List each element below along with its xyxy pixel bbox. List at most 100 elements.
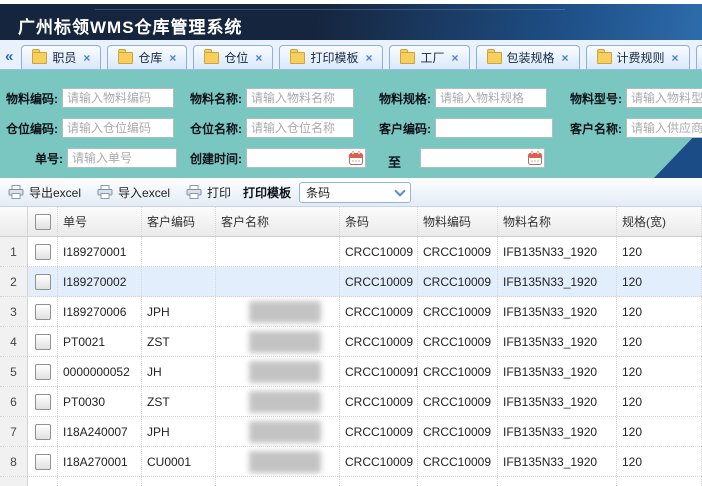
cell-spec-width: 120 [617,267,702,296]
print-template-select[interactable]: 条码 [299,182,411,203]
redacted-customer-name [249,391,321,413]
table-row-partial[interactable] [0,477,702,486]
header-cell-customer-code[interactable]: 客户编码 [142,207,216,236]
cell-material-code: CRCC10009 [418,237,498,266]
collapse-tabs-icon[interactable]: « [5,49,13,64]
cell-material-name: IFB135N33_1920 [498,417,617,446]
close-icon[interactable]: × [255,51,262,65]
material-model-input[interactable] [626,88,702,108]
app-header: 广州标领WMS仓库管理系统 [0,4,702,40]
close-icon[interactable]: × [169,51,176,65]
header-cell-material-name[interactable]: 物料名称 [498,207,617,236]
export-excel-label: 导出excel [29,184,81,201]
row-checkbox[interactable] [35,364,51,380]
cell-barcode [340,477,418,486]
redacted-customer-name [249,451,321,473]
cell-customer-code [142,237,216,266]
import-excel-button[interactable]: 导入excel [97,184,170,201]
tab-factory[interactable]: 工厂× [389,45,469,69]
row-checkbox[interactable] [35,244,51,260]
cell-customer-name [216,387,340,416]
material-name-input[interactable] [246,88,354,108]
select-all-checkbox[interactable] [35,214,51,230]
material-code-input[interactable] [62,88,174,108]
header-cell-material-code[interactable]: 物料编码 [418,207,498,236]
header-cell-order-no[interactable]: 单号 [58,207,142,236]
cell-customer-code [142,267,216,296]
cell-spec-width: 120 [617,237,702,266]
cell-customer-name [216,267,340,296]
header-cell-barcode[interactable]: 条码 [340,207,418,236]
printer-icon [186,185,202,199]
bin-name-input[interactable] [246,118,354,138]
table-row[interactable]: 3I189270006JPHCRCC10009CRCC10009IFB135N3… [0,297,702,327]
cell-spec-width: 120 [617,387,702,416]
table-row[interactable]: 50000000052JHCRCC100091CRCC10009IFB135N3… [0,357,702,387]
range-to-label: 至 [388,152,401,171]
table-header-row: 单号客户编码客户名称条码物料编码物料名称规格(宽) [0,207,702,237]
cell-order-no [58,477,142,486]
calendar-icon[interactable] [528,151,542,165]
row-checkbox[interactable] [35,424,51,440]
export-excel-button[interactable]: 导出excel [8,184,81,201]
tab-warehouse[interactable]: 仓库 × [107,45,187,69]
cell-material-name: IFB135N33_1920 [498,357,617,386]
cell-barcode: CRCC10009 [340,267,418,296]
tab-billing-rule[interactable]: 计费规则 × [586,45,690,69]
tab-label: 计费规则 [617,49,665,66]
calendar-icon[interactable] [349,151,363,165]
close-icon[interactable]: × [83,51,90,65]
tab-print-template[interactable]: 打印模板× [279,45,383,69]
cell-material-code: CRCC10009 [418,387,498,416]
grid-toolbar: 导出excel 导入excel 打印 打印模板 条码 [0,178,702,207]
material-spec-input[interactable] [435,88,547,108]
folder-icon [204,52,219,64]
table-row[interactable]: 1I189270001CRCC10009CRCC10009IFB135N33_1… [0,237,702,267]
tab-employee[interactable]: 职员× [21,45,101,69]
folder-icon [118,52,133,64]
table-row[interactable]: 4PT0021ZSTCRCC10009CRCC10009IFB135N33_19… [0,327,702,357]
cell-customer-name [216,357,340,386]
cell-spec-width: 120 [617,417,702,446]
close-icon[interactable]: × [562,51,569,65]
tab-label: 仓库 [138,49,162,66]
cell-barcode: CRCC10009 [340,417,418,446]
cell-material-name: IFB135N33_1920 [498,327,617,356]
customer-name-input[interactable] [626,118,702,138]
row-checkbox[interactable] [35,334,51,350]
header-cell-customer-name[interactable]: 客户名称 [216,207,340,236]
redacted-customer-name [249,421,321,443]
create-time-label: 创建时间: [190,150,242,167]
tab-package-spec[interactable]: 包装规格× [476,45,580,69]
order-no-input[interactable] [67,148,177,168]
table-row[interactable]: 6PT0030ZSTCRCC10009CRCC10009IFB135N33_19… [0,387,702,417]
cell-material-name: IFB135N33_1920 [498,237,617,266]
create-time-end-input[interactable] [420,148,545,168]
row-checkbox[interactable] [35,394,51,410]
wms-app-window: 广州标领WMS仓库管理系统 « 职员×仓库×仓位×打印模板×工厂×包装规格×计费… [0,0,702,486]
cell-spec-width: 120 [617,297,702,326]
customer-code-input[interactable] [435,118,553,138]
bin-code-input[interactable] [62,118,174,138]
print-button[interactable]: 打印 [186,184,231,201]
table-row[interactable]: 2I189270002CRCC10009CRCC10009IFB135N33_1… [0,267,702,297]
redacted-customer-name [249,361,321,383]
close-icon[interactable]: × [365,51,372,65]
header-cell-spec-width[interactable]: 规格(宽) [617,207,702,236]
print-template-label: 打印模板 [243,184,291,201]
row-checkbox[interactable] [35,274,51,290]
close-icon[interactable]: × [451,51,458,65]
tab-bin[interactable]: 仓位× [193,45,273,69]
cell-barcode: CRCC10009 [340,447,418,476]
row-checkbox[interactable] [35,304,51,320]
table-row[interactable]: 7I18A240007JPHCRCC10009CRCC10009IFB135N3… [0,417,702,447]
row-checkbox[interactable] [35,454,51,470]
cell-order-no: I18A240007 [58,417,142,446]
tab-doc-type[interactable]: 单据类型× [696,45,702,69]
cell-order-no: I189270001 [58,237,142,266]
header-row-number [0,207,28,236]
table-row[interactable]: 8I18A270001CU0001CRCC10009CRCC10009IFB13… [0,447,702,477]
create-time-start-input[interactable] [246,148,366,168]
cell-material-code: CRCC10009 [418,447,498,476]
close-icon[interactable]: × [672,51,679,65]
